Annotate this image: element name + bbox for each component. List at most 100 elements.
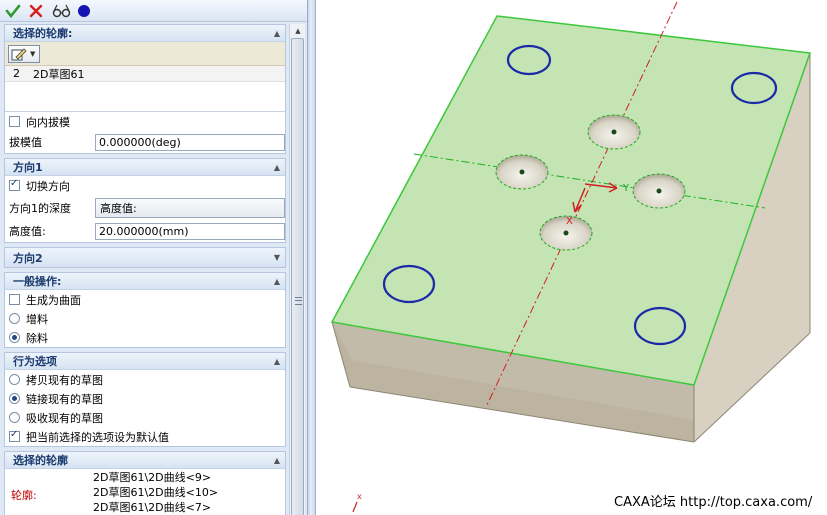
absorb-sketch-option[interactable]: 吸收现有的草图 — [5, 408, 285, 427]
3d-viewport[interactable]: Y X x CAXA论坛 http://top.caxa.com/ — [317, 0, 827, 515]
collapse-up-icon[interactable]: ▲ — [269, 357, 285, 366]
cancel-button[interactable] — [27, 2, 45, 20]
hole-feature[interactable] — [495, 154, 549, 190]
contour-list[interactable]: 2D草图61\2D曲线<9> 2D草图61\2D曲线<10> 2D草图61\2D… — [93, 470, 285, 515]
copy-sketch-label: 拷贝现有的草图 — [26, 373, 103, 387]
contour-label: 轮廓: — [11, 489, 37, 502]
origin-x-label: x — [357, 492, 362, 501]
collapse-up-icon[interactable]: ▲ — [269, 456, 285, 465]
section-title: 行为选项 — [13, 355, 57, 368]
depth-row: 方向1的深度 高度值: — [5, 195, 285, 220]
sketch-index: 2 — [13, 67, 20, 80]
list-item-contour[interactable]: 2D草图61\2D曲线<10> — [93, 485, 285, 500]
dynamic-preview-button[interactable] — [75, 2, 93, 20]
copy-sketch-option[interactable]: 拷贝现有的草图 — [5, 370, 285, 389]
add-material-label: 增料 — [26, 312, 48, 326]
depth-type-value: 高度值: — [100, 201, 137, 215]
section-direction2: 方向2 ▼ — [4, 247, 286, 268]
origin-triad-line — [352, 501, 358, 513]
model-drawing: Y X x — [330, 1, 812, 513]
switch-direction-checkbox[interactable] — [9, 178, 20, 191]
height-value-input[interactable]: 20.000000(mm) — [95, 222, 285, 240]
scroll-up-icon[interactable]: ▲ — [290, 24, 306, 38]
sketch-picker-bar: ▼ — [5, 42, 285, 66]
section-header-selected-profile[interactable]: 选择的轮廓: ▲ — [5, 25, 285, 42]
preview-button[interactable] — [51, 2, 73, 20]
section-header-behavior[interactable]: 行为选项 ▲ — [5, 353, 285, 370]
list-item-contour[interactable]: 2D草图61\2D曲线<7> — [93, 500, 285, 515]
surface-label: 生成为曲面 — [26, 293, 81, 307]
height-label: 高度值: — [9, 225, 46, 238]
section-title: 选择的轮廓 — [13, 454, 68, 467]
collapse-up-icon[interactable]: ▲ — [269, 163, 285, 172]
collapse-up-icon[interactable]: ▲ — [269, 29, 285, 38]
list-item-sketch[interactable]: 2 2D草图61 — [5, 66, 285, 82]
axis-y-label: Y — [622, 183, 630, 194]
add-material-option[interactable]: 增料 — [5, 309, 285, 328]
surface-checkbox[interactable] — [9, 294, 20, 305]
sketch-list: 2 2D草图61 — [5, 66, 285, 112]
draft-value-label: 拔模值 — [9, 136, 42, 149]
section-behavior: 行为选项 ▲ 拷贝现有的草图 链接现有的草图 吸收现有的草图 把当前选择的选项设… — [4, 352, 286, 447]
section-title: 选择的轮廓: — [13, 27, 73, 40]
depth-label: 方向1的深度 — [9, 201, 71, 215]
section-header-direction2[interactable]: 方向2 ▼ — [5, 248, 285, 267]
section-title: 方向2 — [13, 251, 43, 265]
contour-list-box: 轮廓: 2D草图61\2D曲线<9> 2D草图61\2D曲线<10> 2D草图6… — [5, 469, 285, 515]
link-sketch-label: 链接现有的草图 — [26, 392, 103, 406]
panel-scrollbar[interactable]: ▲ — [289, 24, 305, 515]
list-item-contour[interactable]: 2D草图61\2D曲线<9> — [93, 470, 285, 485]
panel-toolbar — [0, 0, 307, 22]
confirm-button[interactable] — [4, 2, 22, 20]
edit-sketch-icon — [11, 47, 27, 60]
surface-option[interactable]: 生成为曲面 — [5, 290, 285, 309]
dropdown-arrow-icon: ▼ — [30, 49, 36, 58]
switch-direction-option[interactable]: 切换方向 — [5, 176, 285, 195]
remove-material-option[interactable]: 除料 — [5, 328, 285, 347]
section-general-ops: 一般操作: ▲ 生成为曲面 增料 除料 — [4, 272, 286, 348]
absorb-sketch-radio[interactable] — [9, 412, 20, 423]
sketch-picker-button[interactable]: ▼ — [8, 44, 40, 63]
draft-inward-option[interactable]: 向内拔模 — [5, 112, 285, 131]
section-direction1: 方向1 ▲ 切换方向 方向1的深度 高度值: 高度值: 20.000000(mm… — [4, 158, 286, 243]
draft-value-row: 拔模值 0.000000(deg) — [5, 131, 285, 153]
check-icon — [5, 4, 21, 19]
set-default-option[interactable]: 把当前选择的选项设为默认值 — [5, 427, 285, 446]
hole-feature[interactable] — [587, 114, 641, 150]
section-header-selected-contours[interactable]: 选择的轮廓 ▲ — [5, 452, 285, 469]
section-selected-profile: 选择的轮廓: ▲ ▼ 2 2D草图61 向内拔模 拔模值 0.000000(de… — [4, 24, 286, 154]
scrollbar-thumb[interactable] — [291, 38, 304, 515]
draft-inward-checkbox[interactable] — [9, 116, 20, 127]
glasses-icon — [52, 4, 71, 18]
blue-dot-icon — [78, 5, 90, 17]
link-sketch-option[interactable]: 链接现有的草图 — [5, 389, 285, 408]
grip-icon — [295, 297, 302, 305]
switch-direction-label: 切换方向 — [26, 179, 70, 193]
forum-watermark: CAXA论坛 http://top.caxa.com/ — [614, 495, 813, 510]
cross-icon — [29, 4, 43, 18]
set-default-label: 把当前选择的选项设为默认值 — [26, 430, 169, 444]
draft-inward-label: 向内拔模 — [26, 115, 70, 129]
remove-material-radio[interactable] — [9, 332, 20, 343]
panel-splitter[interactable] — [308, 0, 316, 515]
axis-x-label: X — [566, 216, 573, 227]
copy-sketch-radio[interactable] — [9, 374, 20, 385]
expand-down-icon[interactable]: ▼ — [269, 253, 285, 262]
height-row: 高度值: 20.000000(mm) — [5, 220, 285, 242]
hole-feature[interactable] — [632, 173, 686, 209]
section-selected-contours: 选择的轮廓 ▲ 轮廓: 2D草图61\2D曲线<9> 2D草图61\2D曲线<1… — [4, 451, 286, 515]
panel-content: 选择的轮廓: ▲ ▼ 2 2D草图61 向内拔模 拔模值 0.000000(de… — [4, 24, 286, 515]
set-default-checkbox[interactable] — [9, 429, 20, 442]
depth-type-select[interactable]: 高度值: — [95, 197, 285, 218]
section-title: 一般操作: — [13, 275, 62, 288]
add-material-radio[interactable] — [9, 313, 20, 324]
sketch-name: 2D草图61 — [33, 67, 85, 81]
collapse-up-icon[interactable]: ▲ — [269, 277, 285, 286]
section-header-direction1[interactable]: 方向1 ▲ — [5, 159, 285, 176]
remove-material-label: 除料 — [26, 331, 48, 345]
section-header-general-ops[interactable]: 一般操作: ▲ — [5, 273, 285, 290]
draft-value-input[interactable]: 0.000000(deg) — [95, 133, 285, 151]
section-title: 方向1 — [13, 161, 43, 174]
link-sketch-radio[interactable] — [9, 393, 20, 404]
feature-property-panel: 选择的轮廓: ▲ ▼ 2 2D草图61 向内拔模 拔模值 0.000000(de… — [0, 0, 308, 515]
